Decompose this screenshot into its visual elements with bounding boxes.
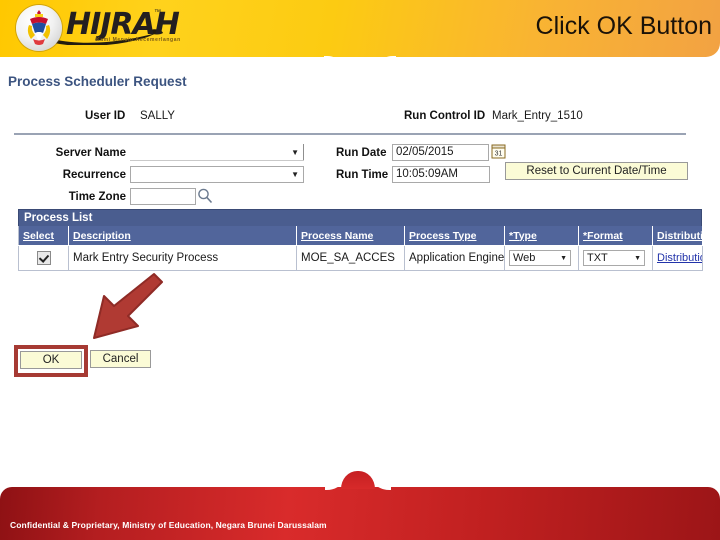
time-zone-input[interactable] — [130, 188, 196, 205]
col-select-label: Select — [23, 229, 54, 242]
distribution-link[interactable]: Distribution — [657, 252, 702, 264]
time-zone-label: Time Zone — [68, 191, 126, 203]
server-name-underline — [130, 160, 304, 161]
logo-emblem — [16, 5, 62, 51]
footer-text: Confidential & Proprietary, Ministry of … — [10, 520, 327, 530]
row-type-caret-icon: ▼ — [560, 255, 567, 262]
run-time-input[interactable]: 10:05:09AM — [392, 166, 490, 183]
page-footer: Confidential & Proprietary, Ministry of … — [0, 471, 720, 540]
run-time-label: Run Time — [336, 169, 389, 181]
svg-text:31: 31 — [495, 151, 503, 158]
row-select-checkbox[interactable] — [36, 251, 51, 265]
reset-datetime-button[interactable]: Reset to Current Date/Time — [505, 162, 688, 180]
table-header-row: Select Description Process Name Process … — [18, 226, 716, 246]
row-format-value: TXT — [587, 252, 608, 264]
page-header: HIJRAH ™ Kami Menuju Kecemerlangan Click… — [0, 0, 720, 57]
col-process-type-label: Process Type — [409, 229, 477, 242]
row-select-cell[interactable] — [18, 245, 69, 271]
brunei-crest-icon — [27, 10, 51, 45]
col-process-name-label: Process Name — [301, 229, 374, 242]
col-format[interactable]: *Format — [578, 226, 653, 246]
user-id-value: SALLY — [140, 110, 175, 122]
logo-tagline: Kami Menuju Kecemerlangan — [96, 37, 181, 43]
instruction-banner: Click OK Button — [535, 12, 712, 40]
server-name-select[interactable]: chevron-down-icon ▼ — [130, 144, 304, 161]
run-date-label: Run Date — [336, 147, 387, 159]
server-name-caret-glyph: ▼ — [291, 147, 299, 157]
run-control-id-value: Mark_Entry_1510 — [492, 110, 583, 122]
row-format-select[interactable]: TXT ▼ — [583, 250, 645, 266]
magnifier-icon[interactable] — [196, 187, 214, 205]
row-format-cell[interactable]: TXT ▼ — [578, 245, 653, 271]
col-select[interactable]: Select — [18, 226, 69, 246]
process-list-title: Process List — [18, 209, 702, 226]
row-type-cell[interactable]: Web ▼ — [504, 245, 579, 271]
row-process-type: Application Engine — [404, 245, 505, 271]
identity-row: User ID SALLY Run Control ID Mark_Entry_… — [0, 107, 720, 129]
row-distribution-cell[interactable]: Distribution — [652, 245, 703, 271]
col-type[interactable]: *Type — [504, 226, 579, 246]
hijrah-logo: HIJRAH ™ Kami Menuju Kecemerlangan — [4, 1, 180, 55]
server-name-label: Server Name — [55, 147, 126, 159]
table-row: Mark Entry Security Process MOE_SA_ACCES… — [18, 245, 703, 271]
logo-trademark: ™ — [154, 9, 161, 16]
run-control-id-label: Run Control ID — [404, 110, 486, 122]
col-process-type[interactable]: Process Type — [404, 226, 505, 246]
recurrence-select[interactable]: ▼ — [130, 166, 304, 183]
header-divider — [14, 133, 686, 135]
col-process-name[interactable]: Process Name — [296, 226, 405, 246]
recurrence-label: Recurrence — [62, 169, 126, 181]
row-process-name: MOE_SA_ACCES — [296, 245, 405, 271]
run-date-value: 02/05/2015 — [396, 146, 454, 158]
red-arrow-icon — [93, 273, 163, 339]
recurrence-caret-icon: ▼ — [291, 169, 299, 179]
col-description[interactable]: Description — [68, 226, 297, 246]
process-list-table: Select Description Process Name Process … — [18, 226, 716, 271]
col-type-label: *Type — [509, 229, 537, 242]
col-format-label: *Format — [583, 229, 623, 242]
row-description: Mark Entry Security Process — [68, 245, 297, 271]
calendar-icon[interactable]: 31 — [491, 143, 506, 159]
process-scheduler-page: Process Scheduler Request User ID SALLY … — [0, 57, 720, 477]
col-description-label: Description — [73, 229, 131, 242]
cancel-button[interactable]: Cancel — [90, 350, 151, 368]
row-type-select[interactable]: Web ▼ — [509, 250, 571, 266]
row-format-caret-icon: ▼ — [634, 255, 641, 262]
col-distribution[interactable]: Distribution — [652, 226, 716, 246]
row-type-value: Web — [513, 252, 536, 264]
page-title: Process Scheduler Request — [8, 74, 187, 89]
col-distribution-label: Distribution — [657, 229, 716, 242]
user-id-label: User ID — [85, 110, 126, 122]
ok-button[interactable]: OK — [20, 351, 82, 369]
ok-button-highlight: OK — [14, 345, 88, 377]
run-date-input[interactable]: 02/05/2015 — [392, 144, 489, 161]
run-time-value: 10:05:09AM — [396, 168, 459, 180]
process-list-panel: Process List Select Description Process … — [18, 209, 716, 271]
